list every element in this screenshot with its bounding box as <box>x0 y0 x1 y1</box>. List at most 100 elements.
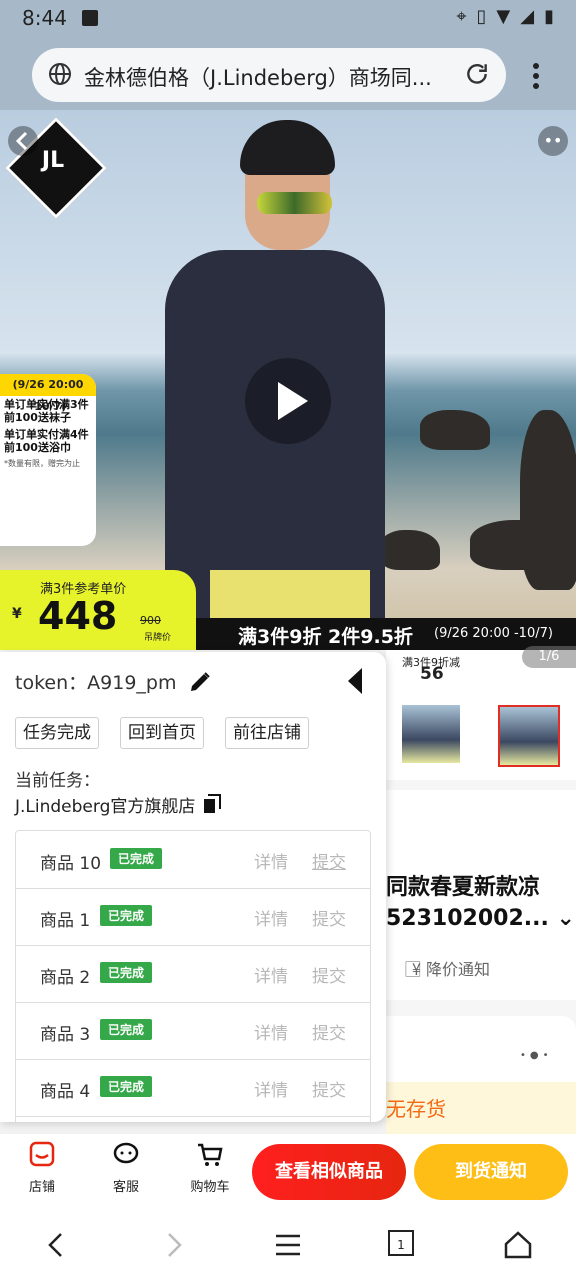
notification-app-icon <box>82 10 98 26</box>
url-text[interactable]: 金林德伯格（J.Lindeberg）商场同... <box>84 62 456 92</box>
submit-link[interactable]: 提交 <box>312 1076 346 1101</box>
product-title-line-2: 523102002... ⌄ <box>386 903 576 934</box>
store-tab-label: 店铺 <box>28 1180 55 1195</box>
image-pager: 1/6 <box>522 646 576 668</box>
edit-icon[interactable] <box>188 670 212 694</box>
back-button[interactable] <box>8 126 38 156</box>
sku-thumbnail-selected[interactable] <box>498 705 560 767</box>
nav-forward-icon[interactable] <box>158 1230 188 1260</box>
back-arrow-icon <box>15 131 28 151</box>
status-icons: ⌖ ▯ ▼ ◢ ▮ <box>456 6 554 27</box>
battery-icon: ▮ <box>544 6 554 27</box>
status-badge: 已完成 <box>100 905 153 926</box>
cart-icon <box>198 1143 223 1166</box>
model-hair <box>240 120 335 175</box>
globe-icon <box>49 63 71 85</box>
item-name: 商品 2 <box>40 968 91 988</box>
product-hero-image[interactable]: JL •• (9/26 20:00 -10/7) 单订单实付满3件前100送袜子… <box>0 110 576 650</box>
nav-back-icon[interactable] <box>42 1230 72 1260</box>
cart-tab-label: 购物车 <box>190 1180 230 1195</box>
chat-icon <box>113 1142 139 1164</box>
price-tag-icon: ¥⃞ <box>412 960 426 979</box>
table-row: 商品 10 已完成 详情 提交 <box>16 831 370 889</box>
promo-offer-2: 单订单实付满4件前100送浴巾 <box>4 428 89 454</box>
play-video-button[interactable] <box>245 358 331 444</box>
play-icon <box>278 382 308 420</box>
promo-offer-1: 单订单实付满3件前100送袜子 <box>4 398 89 424</box>
expand-chevron-icon[interactable]: ⌄ <box>549 906 575 931</box>
customer-service-label: 客服 <box>112 1180 139 1195</box>
price-drop-notify[interactable]: ¥⃞ 降价通知 <box>412 956 490 980</box>
model-sunglasses <box>257 192 332 214</box>
status-bar: 8:44 ⌖ ▯ ▼ ◢ ▮ <box>0 0 576 38</box>
carousel-dots: •●• <box>520 1050 553 1061</box>
nav-home-icon[interactable] <box>503 1230 533 1260</box>
status-badge: 已完成 <box>100 1019 153 1040</box>
token-value: A919_pm <box>87 672 177 694</box>
product-title[interactable]: 同款春夏新款凉 523102002... ⌄ <box>386 872 576 934</box>
back-to-home-button[interactable]: 回到首页 <box>120 717 204 749</box>
current-task-label: 当前任务： <box>15 771 100 791</box>
token-display: token：A919_pm <box>15 668 176 695</box>
price-notify-label: 降价通知 <box>425 960 490 979</box>
discount-strip-date: (9/26 20:00 -10/7) <box>434 626 553 641</box>
product-title-line-1: 同款春夏新款凉 <box>386 875 541 900</box>
table-row: 商品 2 已完成 详情 提交 <box>16 945 370 1003</box>
collapse-panel-icon[interactable] <box>348 668 362 694</box>
discount-strip-main: 满3件9折 2件9.5折 <box>238 626 413 648</box>
price-tag: 满3件参考单价 ¥ 448 900 吊牌价 <box>0 570 196 650</box>
reload-icon[interactable] <box>464 61 490 87</box>
secondary-card <box>386 1016 576 1082</box>
promo-date: (9/26 20:00 -10/7) <box>0 374 96 413</box>
submit-link[interactable]: 提交 <box>312 962 346 987</box>
copy-icon[interactable] <box>203 794 221 814</box>
item-name: 商品 4 <box>40 1082 91 1102</box>
rock-shape <box>420 410 490 450</box>
status-badge: 已完成 <box>110 848 163 869</box>
table-row: 商品 4 已完成 详情 提交 <box>16 1059 370 1117</box>
wifi-icon: ▼ <box>496 6 511 27</box>
product-title-line-2-text: 523102002... <box>386 906 549 931</box>
task-complete-button[interactable]: 任务完成 <box>15 717 99 749</box>
location-icon: ⌖ <box>456 6 467 27</box>
status-badge: 已完成 <box>100 962 153 983</box>
status-time: 8:44 <box>22 6 67 30</box>
detail-link[interactable]: 详情 <box>254 848 288 873</box>
bottom-action-bar: 店铺 客服 购物车 查看相似商品 到货通知 <box>0 1134 576 1210</box>
gift-promo-card[interactable]: (9/26 20:00 -10/7) 单订单实付满3件前100送袜子 单订单实付… <box>0 374 96 546</box>
submit-link[interactable]: 提交 <box>312 905 346 930</box>
go-to-store-button[interactable]: 前往店铺 <box>225 717 309 749</box>
current-task-store: J.Lindeberg官方旗舰店 <box>15 797 196 817</box>
browser-nav-bar: 1 <box>0 1210 576 1280</box>
vibrate-icon: ▯ <box>476 6 487 27</box>
nav-menu-icon[interactable] <box>273 1230 303 1260</box>
table-row: 商品 1 已完成 详情 提交 <box>16 888 370 946</box>
currency-symbol: ¥ <box>12 606 22 622</box>
detail-link[interactable]: 详情 <box>254 1019 288 1044</box>
view-similar-button[interactable]: 查看相似商品 <box>252 1144 406 1200</box>
submit-link[interactable]: 提交 <box>312 848 346 873</box>
stock-status-text: 无存货 <box>386 1097 446 1121</box>
more-button[interactable]: •• <box>538 126 568 156</box>
url-bar[interactable]: 金林德伯格（J.Lindeberg）商场同... <box>32 48 506 102</box>
item-name: 商品 3 <box>40 1025 91 1045</box>
original-price-label: 吊牌价 <box>144 633 172 643</box>
task-panel: token：A919_pm 任务完成 回到首页 前往店铺 当前任务： J.Lin… <box>0 652 386 1122</box>
nav-tabs-button[interactable]: 1 <box>388 1230 414 1256</box>
sku-thumbnail[interactable] <box>402 705 460 763</box>
detail-link[interactable]: 详情 <box>254 1076 288 1101</box>
customer-service-tab[interactable]: 客服 <box>96 1140 156 1195</box>
token-label: token： <box>15 672 88 694</box>
item-name: 商品 10 <box>40 854 102 874</box>
browser-menu-icon[interactable] <box>524 60 548 92</box>
submit-link[interactable]: 提交 <box>312 1019 346 1044</box>
detail-link[interactable]: 详情 <box>254 905 288 930</box>
table-row: 商品 3 已完成 详情 提交 <box>16 1002 370 1060</box>
cart-tab[interactable]: 购物车 <box>180 1140 240 1195</box>
store-tab[interactable]: 店铺 <box>12 1140 72 1195</box>
arrival-notify-button[interactable]: 到货通知 <box>414 1144 568 1200</box>
item-name: 商品 1 <box>40 911 91 931</box>
task-table: 商品 10 已完成 详情 提交 商品 1 已完成 详情 提交 商品 2 已完成 … <box>15 830 371 1122</box>
discount-strip: 满3件9折 2件9.5折 (9/26 20:00 -10/7) <box>196 618 576 650</box>
detail-link[interactable]: 详情 <box>254 962 288 987</box>
